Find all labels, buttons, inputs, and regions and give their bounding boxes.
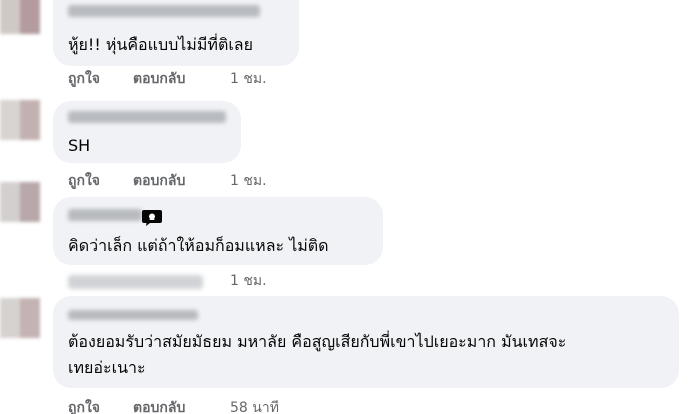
avatar[interactable] xyxy=(0,0,40,34)
comment-text: หู้ย!! หุ่นคือแบบไม่มีที่ติเลย xyxy=(68,35,253,54)
commenter-name[interactable] xyxy=(68,111,226,123)
reply-link[interactable]: ตอบกลับ xyxy=(133,68,185,90)
comment-text-continued: เทยอ่ะเนาะ xyxy=(68,358,146,377)
comment-bubble: หู้ย!! หุ่นคือแบบไม่มีที่ติเลย xyxy=(53,0,299,66)
comment-item: หู้ย!! หุ่นคือแบบไม่มีที่ติเลย ถูกใจ ตอบ… xyxy=(0,0,695,95)
timestamp[interactable]: 1 ชม. xyxy=(230,68,267,90)
comment-text: SH xyxy=(68,136,91,155)
comment-thread: หู้ย!! หุ่นคือแบบไม่มีที่ติเลย ถูกใจ ตอบ… xyxy=(0,0,695,414)
comment-bubble: คิดว่าเล็ก แต่ถ้าให้อมก็อมแหละ ไม่ติด xyxy=(53,197,383,265)
comment-item: คิดว่าเล็ก แต่ถ้าให้อมก็อมแหละ ไม่ติด 1 … xyxy=(0,182,695,295)
speech-bubble-icon xyxy=(142,210,162,226)
like-link[interactable]: ถูกใจ xyxy=(68,397,100,414)
commenter-name[interactable] xyxy=(68,5,260,17)
redacted-actions xyxy=(68,275,203,289)
commenter-name[interactable] xyxy=(68,310,198,320)
timestamp[interactable]: 1 ชม. xyxy=(230,170,267,192)
avatar[interactable] xyxy=(0,100,40,140)
comment-bubble: ต้องยอมรับว่าสมัยมัธยม มหาลัย คือสูญเสีย… xyxy=(53,296,679,388)
like-link[interactable]: ถูกใจ xyxy=(68,170,100,192)
avatar[interactable] xyxy=(0,182,40,222)
comment-bubble: SH xyxy=(53,101,241,163)
avatar[interactable] xyxy=(0,298,40,338)
reply-link[interactable]: ตอบกลับ xyxy=(133,170,185,192)
comment-text: คิดว่าเล็ก แต่ถ้าให้อมก็อมแหละ ไม่ติด xyxy=(68,236,329,255)
comment-item: ต้องยอมรับว่าสมัยมัธยม มหาลัย คือสูญเสีย… xyxy=(0,295,695,414)
reply-link[interactable]: ตอบกลับ xyxy=(133,397,185,414)
timestamp[interactable]: 58 นาที xyxy=(230,397,279,414)
timestamp[interactable]: 1 ชม. xyxy=(230,270,267,292)
comment-item: SH ถูกใจ ตอบกลับ 1 ชม. xyxy=(0,95,695,195)
like-link[interactable]: ถูกใจ xyxy=(68,68,100,90)
comment-text: ต้องยอมรับว่าสมัยมัธยม มหาลัย คือสูญเสีย… xyxy=(68,332,567,351)
commenter-name[interactable] xyxy=(68,209,142,221)
